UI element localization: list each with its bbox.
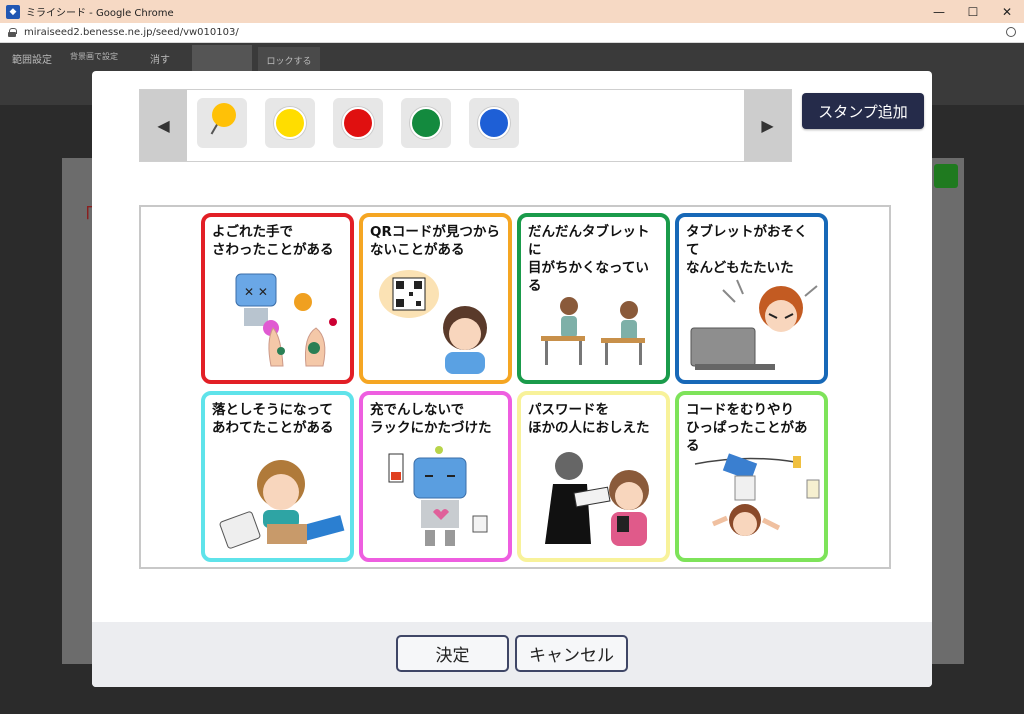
circle-icon (342, 107, 374, 139)
card-qr-not-found: QRコードが見つから ないことがある (359, 213, 512, 384)
card-almost-dropped: 落としそうになって あわてたことがある (201, 391, 354, 562)
circle-icon (274, 107, 306, 139)
cancel-button[interactable]: キャンセル (515, 635, 628, 672)
window-title: ミライシード - Google Chrome (26, 8, 174, 19)
stamp-palette: ◀ ▶ (139, 89, 792, 162)
card-eyes-close: だんだんタブレットに 目がちかくなっている (517, 213, 670, 384)
address-bar[interactable]: miraiseed2.benesse.ne.jp/seed/vw010103/ (0, 23, 1024, 43)
rules-card-grid: よごれた手で さわったことがある ✕ ✕ QRコードが見つから ないことがある (201, 213, 833, 563)
stamp-circle-red[interactable] (333, 98, 383, 148)
card-text: パスワードを ほかの人におしえた (528, 402, 650, 436)
girl-tripping-cord-illustration (694, 453, 820, 536)
card-pulled-cord: コードをむりやり ひっぱったことがある (675, 391, 828, 562)
maximize-button[interactable]: ☐ (956, 0, 990, 23)
palette-prev-button[interactable]: ◀ (140, 90, 187, 161)
window-controls: — ☐ ✕ (922, 0, 1024, 23)
students-desk-illustration (541, 297, 645, 365)
stamp-circle-green[interactable] (401, 98, 451, 148)
card-dirty-hands: よごれた手で さわったことがある ✕ ✕ (201, 213, 354, 384)
card-text: 落としそうになって あわてたことがある (212, 402, 334, 436)
svg-text:✕ ✕: ✕ ✕ (244, 285, 268, 299)
card-text: 充でんしないで ラックにかたづけた (370, 402, 492, 436)
stamp-circle-yellow[interactable] (265, 98, 315, 148)
tired-robot-illustration (388, 446, 488, 546)
girl-qr-illustration (379, 270, 487, 374)
card-text: よごれた手で さわったことがある (212, 224, 334, 258)
app-icon: ◆ (6, 4, 20, 19)
stamp-preview: よごれた手で さわったことがある ✕ ✕ QRコードが見つから ないことがある (139, 205, 891, 569)
stamp-dialog: ◀ ▶ スタンプ追加 よごれた手で さわったことがある ✕ ✕ QRコードが見つ… (92, 71, 932, 687)
card-shared-password: パスワードを ほかの人におしえた (517, 391, 670, 562)
pin-icon (206, 103, 238, 143)
circle-icon (478, 107, 510, 139)
background-tool[interactable]: 背景画で設定 (70, 51, 118, 62)
angry-girl-laptop-illustration (690, 279, 818, 370)
lock-icon (8, 28, 17, 37)
stamp-pin-yellow[interactable] (197, 98, 247, 148)
ok-button[interactable]: 決定 (396, 635, 509, 672)
zoom-icon[interactable] (1006, 27, 1016, 37)
url-text[interactable]: miraiseed2.benesse.ne.jp/seed/vw010103/ (24, 27, 239, 38)
minimize-button[interactable]: — (922, 0, 956, 23)
pin-head (212, 103, 236, 127)
palette-next-button[interactable]: ▶ (744, 90, 791, 161)
green-lock-icon (934, 164, 958, 188)
robot-germs-illustration: ✕ ✕ (235, 273, 337, 367)
dialog-footer: 決定 キャンセル (92, 622, 932, 687)
card-slow-tablet: タブレットがおそくて なんどもたたいた (675, 213, 828, 384)
range-setting-tool[interactable]: 範囲設定 (12, 51, 52, 66)
stamp-circle-blue[interactable] (469, 98, 519, 148)
erase-tool[interactable]: 消す (150, 51, 170, 66)
card-not-charged: 充でんしないで ラックにかたづけた (359, 391, 512, 562)
circle-icon (410, 107, 442, 139)
add-stamp-button[interactable]: スタンプ追加 (802, 93, 924, 129)
close-button[interactable]: ✕ (990, 0, 1024, 23)
lock-tool-button[interactable]: ロックする (258, 47, 320, 73)
title-bar: ◆ ミライシード - Google Chrome — ☐ ✕ (0, 0, 1024, 23)
boy-tablet-drop-illustration (219, 460, 345, 549)
card-text: QRコードが見つから ないことがある (370, 224, 500, 258)
password-thief-illustration (545, 452, 649, 546)
background-bracket: 「 (74, 204, 94, 228)
